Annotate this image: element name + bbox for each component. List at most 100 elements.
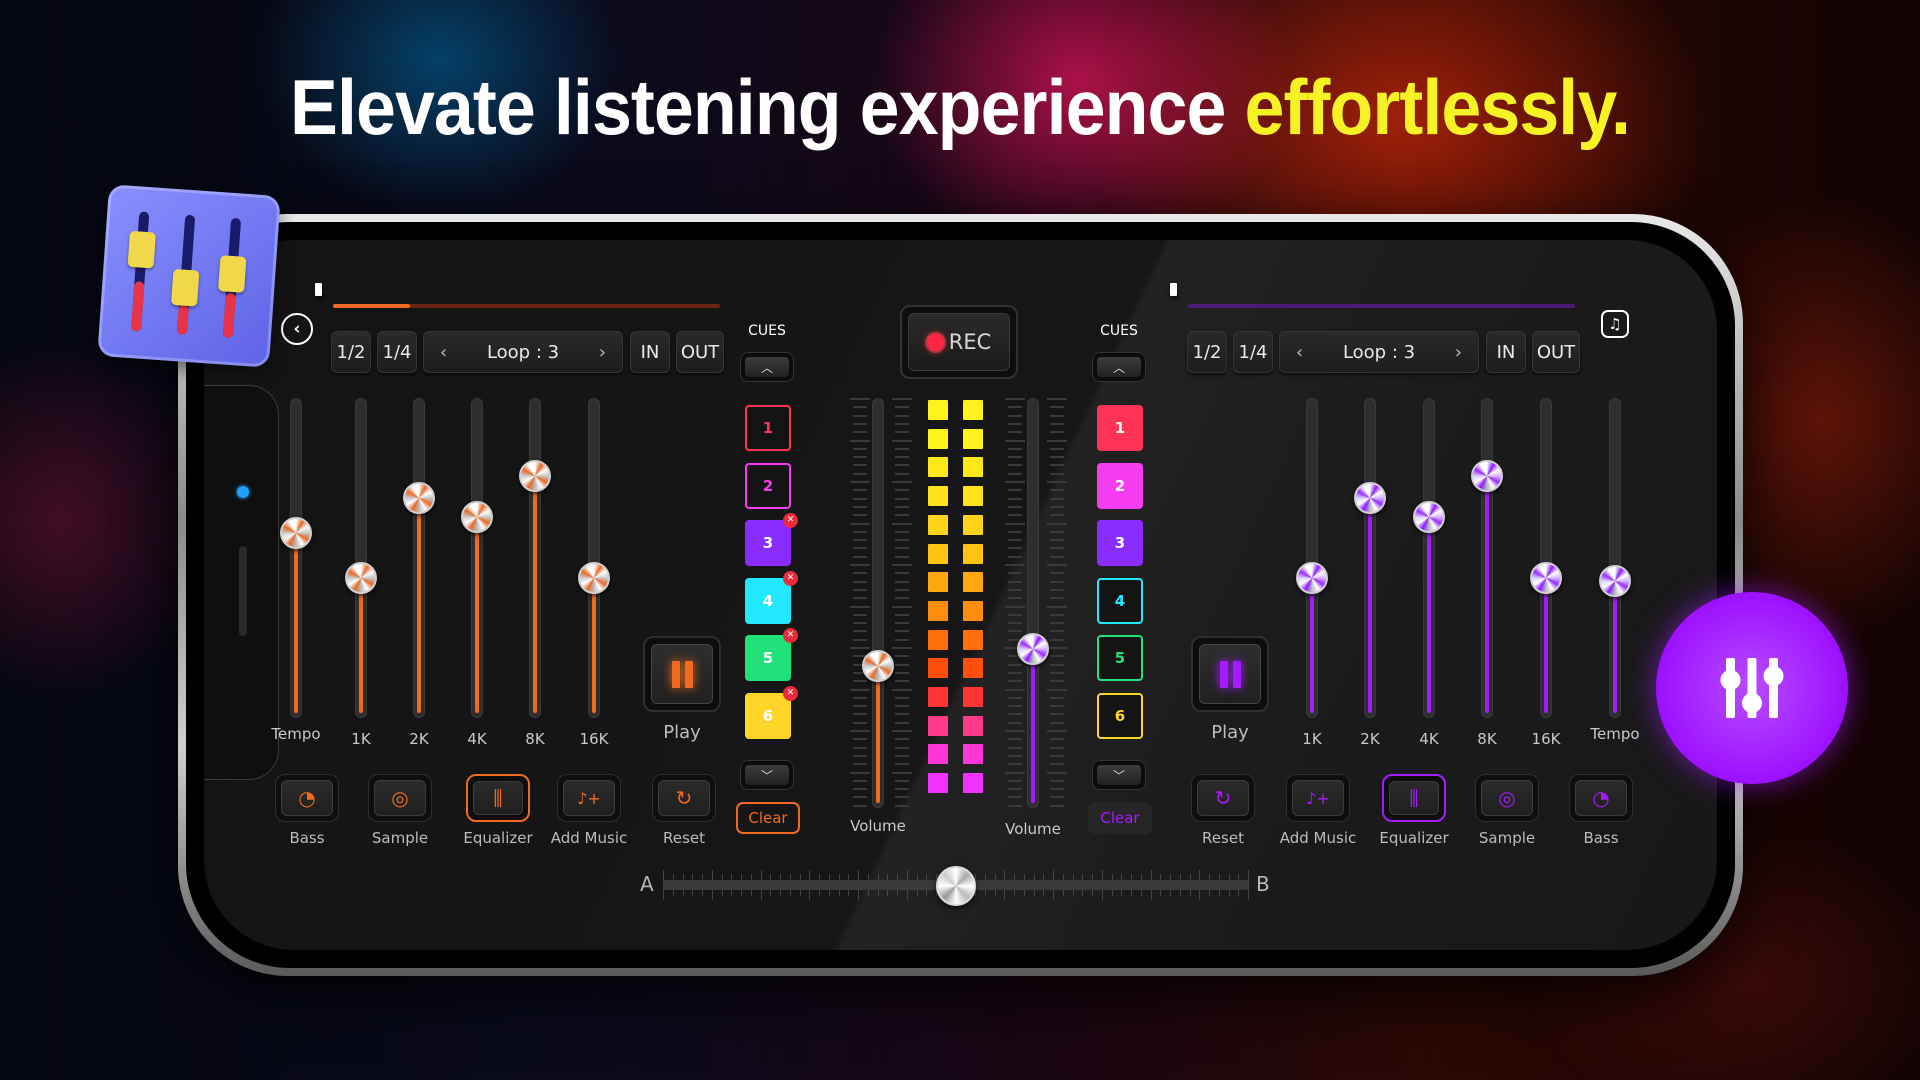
deck_b-slider-knob[interactable] — [1471, 459, 1503, 492]
back-button[interactable]: ‹ — [281, 313, 313, 345]
deck_a-cues-down-button[interactable]: ﹀ — [740, 760, 794, 790]
deck_b-cue-pad-3[interactable]: 3 — [1097, 520, 1143, 566]
deck_b-in-button[interactable]: IN — [1486, 331, 1526, 373]
deck_a-scale-tick — [853, 613, 867, 616]
deck_a-volume-fader[interactable] — [862, 398, 894, 808]
deck_a-fx-reset-button[interactable]: ↻ — [652, 774, 716, 822]
deck_a-scale-tick — [895, 721, 909, 724]
deck_a-slider-knob[interactable] — [403, 482, 435, 515]
deck_b-scale-tick — [1005, 564, 1025, 566]
deck_b-fx-equalizer-button[interactable]: ⫼ — [1382, 774, 1446, 822]
deck_a-scale-tick — [895, 472, 909, 475]
deck_a-slider-knob[interactable] — [578, 562, 610, 595]
deck_b-playhead[interactable] — [1170, 283, 1177, 296]
deck_b-slider-1k[interactable] — [1296, 398, 1328, 718]
deck_a-cue-pad-5[interactable]: 5 ✕ — [745, 628, 798, 681]
deck_a-loop-next-icon[interactable]: › — [599, 342, 606, 363]
deck_b-fx-reset-button[interactable]: ↻ — [1191, 774, 1255, 822]
deck_a-cue-pad-2[interactable]: 2 — [745, 462, 791, 509]
deck_b-scale-tick — [1008, 754, 1022, 757]
deck_b-scale-tick — [1008, 721, 1022, 724]
deck_a-cue-pad-4[interactable]: 4 ✕ — [745, 570, 798, 624]
deck_a-half-button[interactable]: 1/2 — [331, 331, 371, 373]
crossfader-knob[interactable] — [935, 866, 976, 906]
deck_a-slider-8k[interactable] — [519, 398, 551, 718]
deck_b-out-button[interactable]: OUT — [1532, 331, 1580, 373]
deck_a-slider-16k[interactable] — [578, 398, 610, 718]
deck_a-slider-knob[interactable] — [519, 459, 551, 492]
deck_a-cue-pad-6[interactable]: 6 ✕ — [745, 685, 798, 739]
deck_b-cue-pad-1[interactable]: 1 — [1097, 405, 1143, 451]
deck_b-scale-tick — [1008, 630, 1022, 633]
deck_a-scale-tick — [895, 580, 909, 583]
deck_b-clear-button[interactable]: Clear — [1088, 802, 1152, 834]
music-library-button[interactable]: ♫ — [1601, 310, 1629, 338]
deck_b-scale-tick — [1050, 638, 1064, 641]
deck_b-slider-tempo[interactable] — [1599, 398, 1631, 718]
deck_a-fx-add-music-button[interactable]: ♪+ — [557, 774, 621, 822]
deck_b-volume-fader[interactable] — [1017, 398, 1049, 808]
deck_b-track-progress[interactable] — [1170, 283, 1575, 308]
deck_b-cue-pad-5[interactable]: 5 — [1097, 635, 1143, 681]
deck_b-slider-knob[interactable] — [1413, 501, 1445, 534]
deck_a-fx-equalizer-button[interactable]: ⫼ — [466, 774, 530, 822]
deck_a-quarter-button[interactable]: 1/4 — [377, 331, 417, 373]
deck_a-slider-2k[interactable] — [403, 398, 435, 718]
deck_b-slider-knob[interactable] — [1296, 562, 1328, 595]
deck_a-playhead[interactable] — [315, 283, 322, 296]
deck_b-fx-sample-button[interactable]: ◎ — [1475, 774, 1539, 822]
deck_b-cues-down-button[interactable]: ﹀ — [1092, 760, 1146, 790]
deck_b-slider-knob[interactable] — [1354, 482, 1386, 515]
deck_b-scale-tick — [1050, 763, 1064, 766]
deck_b-fx-bass-button[interactable]: ◔ — [1569, 774, 1633, 822]
deck_a-cue-pad-1[interactable]: 1 — [745, 405, 791, 451]
deck_b-slider-2k[interactable] — [1354, 398, 1386, 718]
deck_a-clear-button[interactable]: Clear — [736, 802, 800, 834]
deck_a-track-progress[interactable] — [315, 283, 720, 308]
deck_b-slider-knob[interactable] — [1530, 562, 1562, 595]
deck_b-fx-add-music-button[interactable]: ♪+ — [1286, 774, 1350, 822]
deck_a-slider-4k[interactable] — [461, 398, 493, 718]
deck_a-slider-1k[interactable] — [345, 398, 377, 718]
deck_a-fx-sample-button[interactable]: ◎ — [368, 774, 432, 822]
deck_b-half-button[interactable]: 1/2 — [1187, 331, 1227, 373]
deck_a-volume-knob[interactable] — [862, 649, 894, 682]
deck_a-slider-tempo[interactable] — [280, 398, 312, 718]
deck_a-scale-tick — [895, 796, 909, 799]
deck_b-slider-knob[interactable] — [1599, 565, 1631, 598]
deck_b-play-pause-button[interactable] — [1191, 636, 1269, 712]
headline-highlight: effortlessly. — [1244, 63, 1631, 151]
deck_a-play-pause-button[interactable] — [643, 636, 721, 712]
deck_a-scale-tick — [895, 431, 909, 434]
deck_b-cue-pad-4[interactable]: 4 — [1097, 577, 1143, 624]
deck_b-slider-4k[interactable] — [1413, 398, 1445, 718]
deck_a-cue-delete-icon[interactable]: ✕ — [783, 513, 798, 528]
record-button[interactable]: REC — [900, 305, 1018, 379]
headline-text: Elevate listening experience — [289, 63, 1245, 151]
deck_b-cue-pad-6[interactable]: 6 — [1097, 692, 1143, 739]
deck_a-scale-tick — [853, 804, 867, 807]
deck_a-cue-delete-icon[interactable]: ✕ — [783, 570, 798, 586]
deck_b-quarter-button[interactable]: 1/4 — [1233, 331, 1273, 373]
deck_a-loop-prev-icon[interactable]: ‹ — [440, 342, 447, 363]
deck_a-cue-pad-3[interactable]: 3 ✕ — [745, 513, 798, 566]
deck_b-scale-tick — [1050, 655, 1064, 658]
deck_b-slider-8k[interactable] — [1471, 398, 1503, 718]
deck_b-loop-prev-icon[interactable]: ‹ — [1296, 342, 1303, 363]
deck_b-cues-up-button[interactable]: ︿ — [1092, 352, 1146, 382]
deck_a-cues-up-button[interactable]: ︿ — [740, 352, 794, 382]
deck_a-slider-knob[interactable] — [461, 501, 493, 534]
deck_a-cue-delete-icon[interactable]: ✕ — [783, 628, 798, 643]
deck_b-fx-label: Reset — [1202, 829, 1244, 847]
deck_a-fx-bass-button[interactable]: ◔ — [275, 774, 339, 822]
deck_a-cue-delete-icon[interactable]: ✕ — [783, 685, 798, 701]
deck_b-volume-knob[interactable] — [1017, 633, 1049, 666]
deck_b-cue-pad-2[interactable]: 2 — [1097, 462, 1143, 509]
deck_a-out-button[interactable]: OUT — [676, 331, 724, 373]
deck_b-loop-next-icon[interactable]: › — [1455, 342, 1462, 363]
record-inner: REC — [908, 313, 1010, 371]
deck_b-slider-16k[interactable] — [1530, 398, 1562, 718]
deck_a-in-button[interactable]: IN — [630, 331, 670, 373]
deck_a-slider-knob[interactable] — [280, 517, 312, 550]
deck_a-slider-knob[interactable] — [345, 562, 377, 595]
